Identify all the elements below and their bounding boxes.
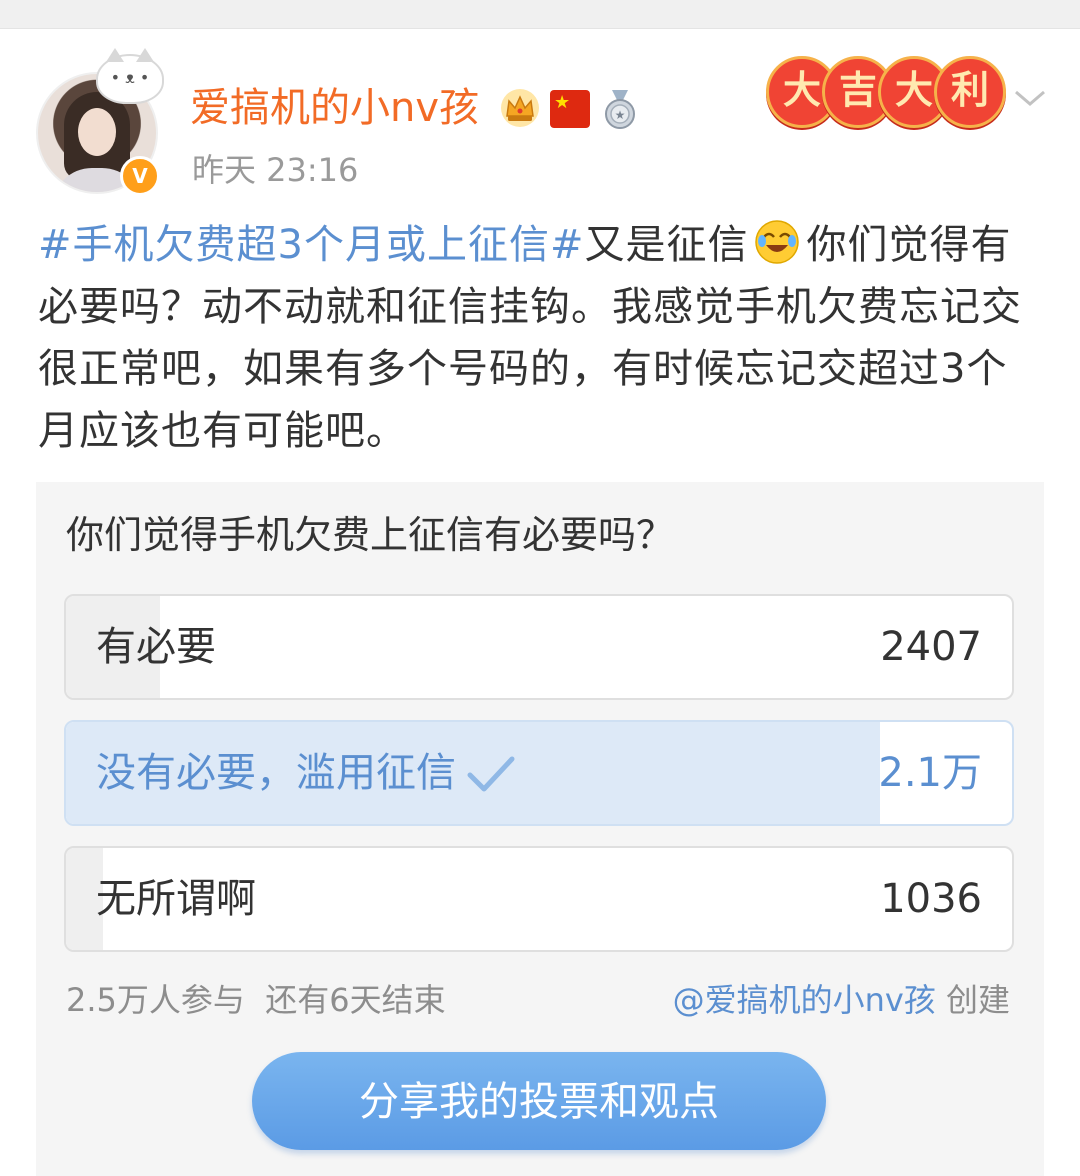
chevron-down-icon[interactable] xyxy=(1010,80,1050,116)
top-separator-band xyxy=(0,0,1080,29)
svg-text:★: ★ xyxy=(615,108,626,122)
hashtag-link[interactable]: #手机欠费超3个月或上征信# xyxy=(38,222,584,268)
lucky-badge[interactable]: 大 吉 大 利 xyxy=(766,56,1006,128)
poll-option-necessary[interactable]: 有必要 2407 xyxy=(64,594,1014,700)
poll-option-label-text: 没有必要，滥用征信 xyxy=(96,750,456,796)
china-flag-icon[interactable]: ★ xyxy=(550,90,590,128)
username[interactable]: 爱搞机的小nv孩 xyxy=(190,80,479,136)
poll-question: 你们觉得手机欠费上征信有必要吗？ xyxy=(66,513,675,557)
poll-option-unnecessary[interactable]: 没有必要，滥用征信 2.1万 xyxy=(64,720,1014,826)
poll-option-label: 无所谓啊 xyxy=(96,876,256,922)
poll-creator-link[interactable]: @爱搞机的小nv孩 xyxy=(673,981,936,1019)
share-vote-button[interactable]: 分享我的投票和观点 xyxy=(252,1052,826,1150)
poll-option-label: 没有必要，滥用征信 xyxy=(96,722,518,824)
post-text-part: 又是征信 xyxy=(584,222,749,268)
poll-card: 你们觉得手机欠费上征信有必要吗？ 有必要 2407 没有必要，滥用征信 2.1万… xyxy=(36,482,1044,1176)
poll-participants: 2.5万人参与 xyxy=(66,981,245,1019)
avatar-pendant-cat-icon: • ᴥ • xyxy=(96,48,164,104)
post-timestamp: 昨天 23:16 xyxy=(192,151,359,189)
poll-option-count: 1036 xyxy=(880,876,982,922)
poll-stats: 2.5万人参与 还有6天结束 xyxy=(66,978,446,1022)
medal-icon[interactable]: ★ xyxy=(600,88,640,130)
poll-option-label: 有必要 xyxy=(96,624,216,670)
poll-option-count: 2.1万 xyxy=(878,750,982,796)
poll-creator-suffix: 创建 xyxy=(945,981,1010,1019)
checkmark-icon xyxy=(467,756,515,792)
lucky-char: 利 xyxy=(934,56,1006,128)
verified-badge-icon: V xyxy=(120,156,160,196)
poll-option-count: 2407 xyxy=(880,624,982,670)
poll-option-indifferent[interactable]: 无所谓啊 1036 xyxy=(64,846,1014,952)
poll-creator: @爱搞机的小nv孩 创建 xyxy=(673,978,1010,1022)
poll-remaining-time: 还有6天结束 xyxy=(265,981,446,1019)
avatar[interactable]: • ᴥ • V xyxy=(36,48,164,196)
post-text: #手机欠费超3个月或上征信#又是征信 你们觉得有必要吗？动不动就和征信挂钩。我感… xyxy=(38,214,1048,462)
crown-icon[interactable] xyxy=(500,88,540,128)
laugh-cry-emoji-icon xyxy=(755,220,800,264)
